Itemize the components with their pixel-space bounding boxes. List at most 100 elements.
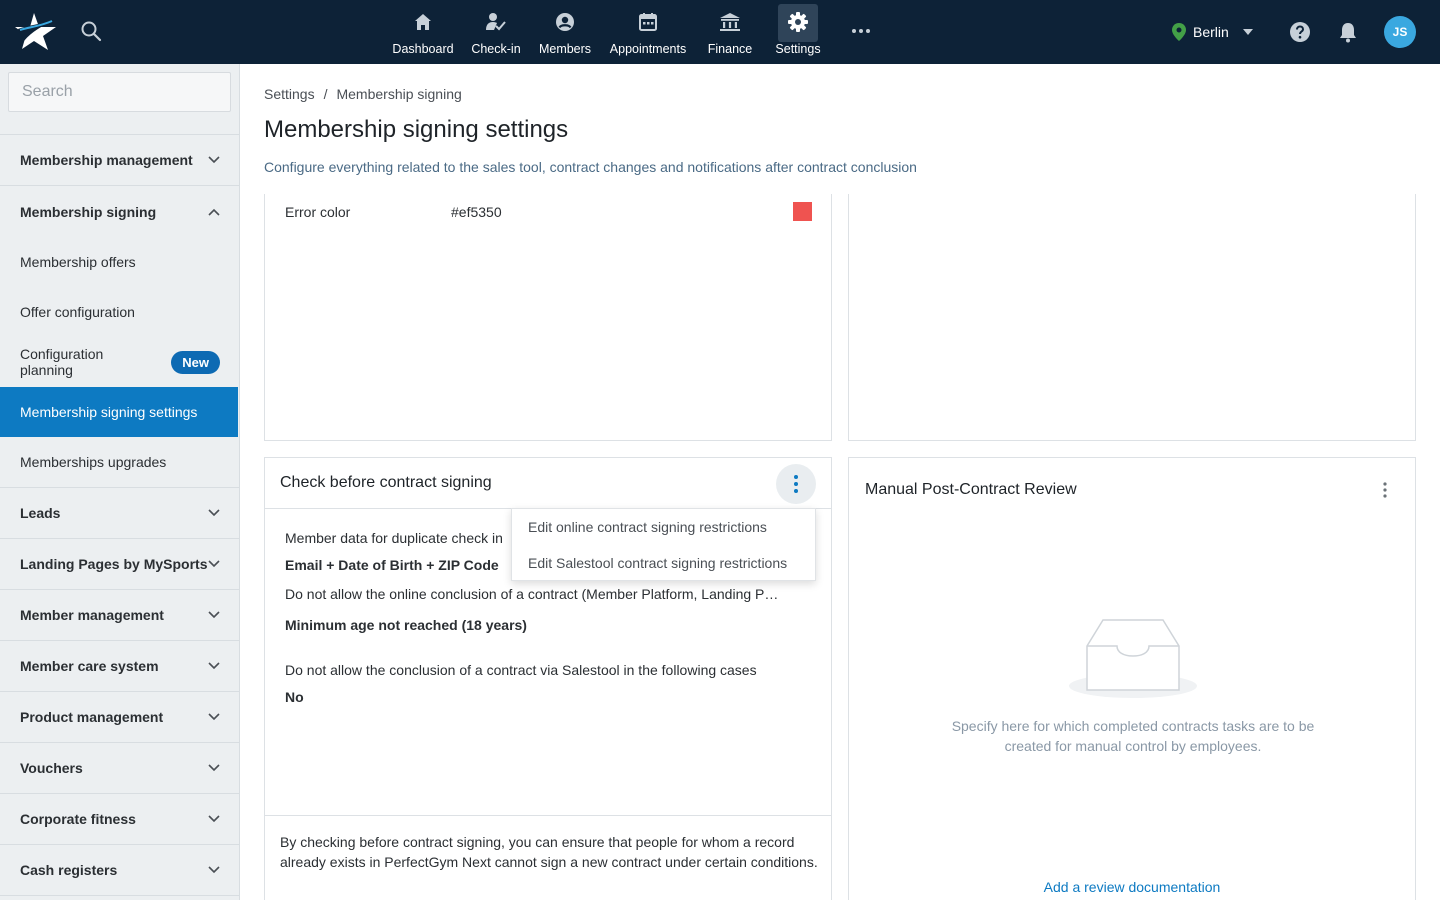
error-color-value: #ef5350: [451, 204, 502, 220]
chevron-down-icon: [208, 815, 220, 823]
duplicate-check-label: Member data for duplicate check in: [285, 530, 503, 546]
nav-finance-label: Finance: [707, 42, 753, 56]
settings-sidebar: Membership management Membership signing…: [0, 64, 240, 900]
location-name: Berlin: [1193, 24, 1229, 40]
chevron-down-icon: [208, 866, 220, 874]
card-header: Check before contract signing: [265, 458, 831, 509]
member-icon: [556, 13, 574, 31]
sidebar-group-leads[interactable]: Leads: [0, 488, 239, 539]
sidebar-item-label: Configuration planning: [20, 346, 104, 378]
sidebar-group-product-management[interactable]: Product management: [0, 692, 239, 743]
online-restriction-label: Do not allow the online conclusion of a …: [285, 586, 779, 602]
salestool-restriction-value: No: [285, 689, 304, 705]
sidebar-group-corporate-fitness[interactable]: Corporate fitness: [0, 794, 239, 845]
sidebar-group-member-management[interactable]: Member management: [0, 590, 239, 641]
more-icon[interactable]: [851, 27, 871, 35]
brand-logo-icon[interactable]: [14, 11, 58, 51]
card-title: Check before contract signing: [280, 474, 492, 491]
menu-item-edit-salestool-restrictions[interactable]: Edit Salestool contract signing restrict…: [512, 545, 815, 581]
chevron-down-icon: [208, 662, 220, 670]
sidebar-group-membership-signing[interactable]: Membership signing: [0, 186, 239, 237]
breadcrumb-separator: /: [323, 86, 328, 102]
help-icon[interactable]: [1289, 21, 1311, 43]
location-selector[interactable]: Berlin: [1172, 22, 1253, 42]
sidebar-item-membership-offers[interactable]: Membership offers: [0, 237, 239, 287]
sidebar-group-label: Landing Pages by MySports: [20, 556, 208, 572]
breadcrumb: Settings / Membership signing: [264, 86, 462, 102]
sidebar-group-label: Member management: [20, 607, 164, 623]
error-color-label: Error color: [285, 204, 351, 220]
card-footer-text: By checking before contract signing, you…: [280, 834, 818, 870]
sidebar-group-label: Membership signing: [20, 203, 157, 220]
chevron-down-icon: [208, 713, 220, 721]
search-icon[interactable]: [80, 20, 102, 42]
bell-icon[interactable]: [1339, 21, 1357, 43]
manual-review-card: Manual Post-Contract Review Specify here…: [848, 457, 1416, 900]
salestool-restriction-label: Do not allow the conclusion of a contrac…: [285, 662, 757, 678]
kebab-menu-icon: [794, 475, 798, 493]
kebab-menu-icon[interactable]: [1378, 480, 1392, 500]
card-title: Manual Post-Contract Review: [865, 481, 1077, 498]
nav-finance[interactable]: Finance: [706, 0, 754, 64]
sidebar-group-label: Member care system: [20, 658, 159, 674]
chevron-down-icon: [208, 156, 220, 164]
nav-appointments-label: Appointments: [609, 42, 687, 56]
online-restriction-value: Minimum age not reached (18 years): [285, 617, 527, 633]
chevron-up-icon: [208, 208, 220, 216]
color-settings-card: Error color #ef5350: [264, 194, 832, 441]
chevron-down-icon: [208, 509, 220, 517]
chevron-down-icon: [208, 764, 220, 772]
card-dropdown-menu: Edit online contract signing restriction…: [511, 508, 816, 581]
bank-icon: [720, 13, 740, 31]
new-badge: New: [171, 350, 220, 374]
gear-icon: [788, 12, 808, 32]
nav-members-label: Members: [538, 42, 592, 56]
sidebar-group-member-care-system[interactable]: Member care system: [0, 641, 239, 692]
sidebar-group-label: Leads: [20, 505, 61, 521]
duplicate-check-value: Email + Date of Birth + ZIP Code: [285, 557, 499, 573]
nav-members[interactable]: Members: [538, 0, 592, 64]
nav-settings[interactable]: Settings: [774, 0, 822, 64]
breadcrumb-settings-link[interactable]: Settings: [264, 86, 315, 102]
nav-dashboard[interactable]: Dashboard: [392, 0, 454, 64]
calendar-icon: [639, 13, 657, 31]
nav-dashboard-label: Dashboard: [392, 42, 454, 56]
sidebar-group-landing-pages[interactable]: Landing Pages by MySports: [0, 539, 239, 590]
empty-inbox-icon: [1069, 619, 1197, 698]
sidebar-item-configuration-planning[interactable]: Configuration planning New: [0, 337, 239, 387]
card-menu-button[interactable]: [776, 464, 816, 504]
sidebar-group-label: Cash registers: [20, 862, 118, 878]
sidebar-menu: Membership management Membership signing…: [0, 135, 239, 896]
card-footer-divider: [265, 815, 831, 816]
sidebar-group-label: Vouchers: [20, 760, 83, 776]
sidebar-item-memberships-upgrades[interactable]: Memberships upgrades: [0, 437, 239, 488]
user-avatar[interactable]: JS: [1384, 16, 1416, 48]
sidebar-group-membership-management[interactable]: Membership management: [0, 135, 239, 186]
chevron-down-icon: [208, 560, 220, 568]
sidebar-search-input[interactable]: [8, 72, 231, 112]
nav-check-in-label: Check-in: [471, 42, 521, 56]
sidebar-group-vouchers[interactable]: Vouchers: [0, 743, 239, 794]
nav-settings-label: Settings: [775, 42, 821, 56]
nav-appointments[interactable]: Appointments: [608, 0, 688, 64]
nav-check-in[interactable]: Check-in: [470, 0, 522, 64]
check-in-icon: [486, 13, 506, 31]
top-navigation-bar: Dashboard Check-in Members Appointments …: [0, 0, 1440, 64]
page-subtitle: Configure everything related to the sale…: [264, 159, 917, 175]
location-pin-icon: [1172, 23, 1186, 41]
menu-item-edit-online-restrictions[interactable]: Edit online contract signing restriction…: [512, 509, 815, 545]
home-icon: [415, 14, 431, 30]
empty-state-text: Specify here for which completed contrac…: [951, 718, 1315, 754]
page-title: Membership signing settings: [264, 116, 569, 143]
breadcrumb-current: Membership signing: [336, 86, 462, 102]
sidebar-group-label: Corporate fitness: [20, 811, 136, 827]
empty-settings-card: [848, 194, 1416, 441]
caret-down-icon: [1242, 29, 1253, 35]
chevron-down-icon: [208, 611, 220, 619]
sidebar-item-offer-configuration[interactable]: Offer configuration: [0, 287, 239, 337]
sidebar-group-cash-registers[interactable]: Cash registers: [0, 845, 239, 896]
sidebar-group-label: Product management: [20, 709, 164, 725]
sidebar-item-membership-signing-settings[interactable]: Membership signing settings: [0, 387, 238, 437]
add-review-documentation-link[interactable]: Add a review documentation: [849, 879, 1415, 895]
sidebar-group-label: Membership management: [20, 152, 193, 168]
